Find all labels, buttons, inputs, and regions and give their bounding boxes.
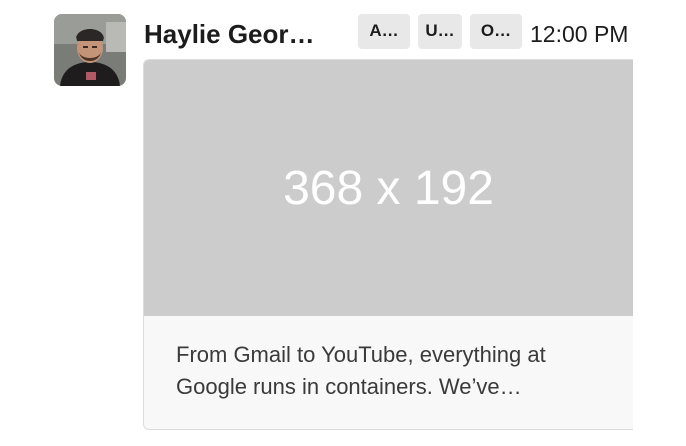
preview-description: From Gmail to YouTube, everything at Goo…: [176, 342, 546, 399]
status-badge[interactable]: U…: [418, 14, 462, 49]
timestamp[interactable]: 12:00 PM: [530, 16, 628, 52]
status-badge[interactable]: A…: [358, 14, 410, 49]
image-placeholder-label: 368 x 192: [283, 161, 494, 215]
message-header: Haylie Geor… A… U… O… 12:00 PM: [144, 14, 664, 54]
sender-name[interactable]: Haylie Geor…: [144, 16, 338, 52]
user-avatar-photo-icon: [54, 14, 126, 86]
avatar[interactable]: [54, 14, 126, 86]
link-preview-card[interactable]: 368 x 192 From Gmail to YouTube, everyth…: [143, 59, 633, 430]
message: Haylie Geor… A… U… O… 12:00 PM 368 x 192…: [0, 0, 686, 446]
status-badge[interactable]: O…: [470, 14, 522, 49]
preview-image[interactable]: 368 x 192: [144, 60, 633, 316]
